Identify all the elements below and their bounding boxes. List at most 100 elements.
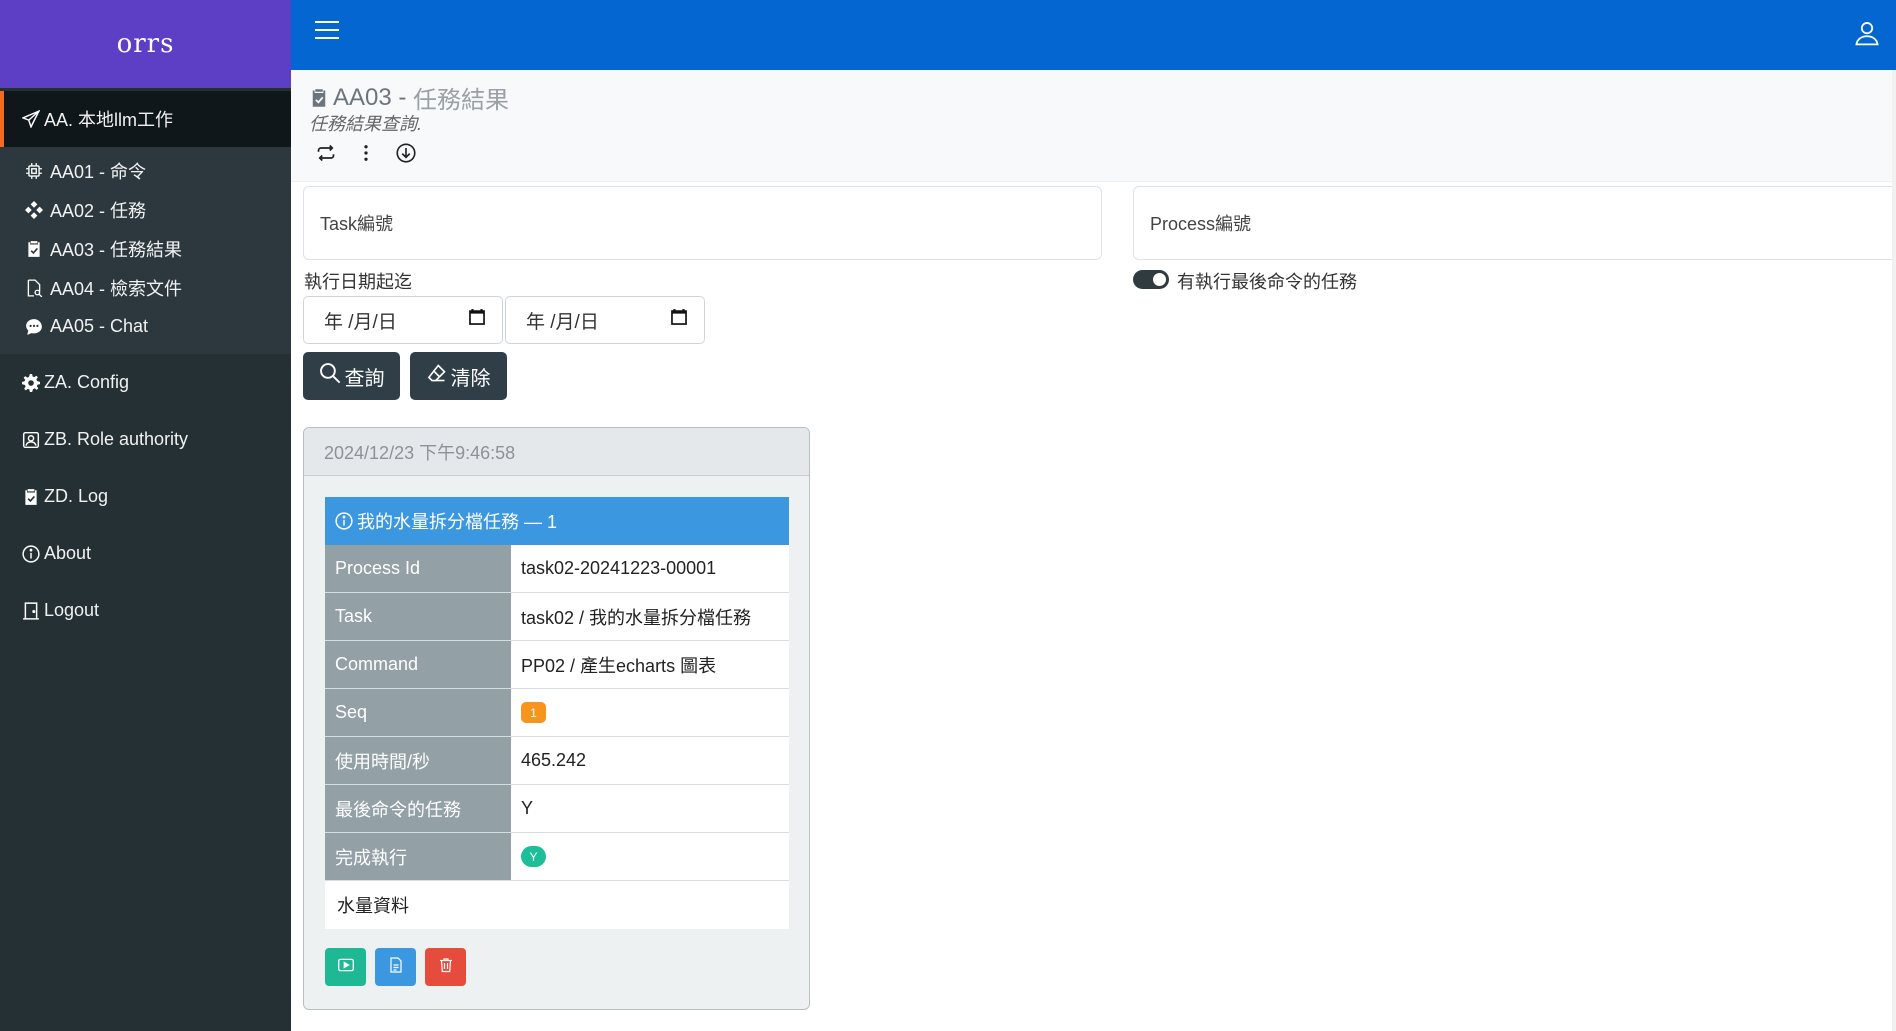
row-key: Command [325,641,511,688]
sidebar-item-aa03[interactable]: AA03 - 任務結果 [0,229,291,268]
row-key: Seq [325,689,511,736]
clipboard-check-icon [24,239,44,259]
info-circle-icon [335,512,353,530]
table-row: 完成執行 Y [325,833,789,881]
row-key: 完成執行 [325,833,511,880]
calendar-icon[interactable] [670,308,688,332]
process-id-input[interactable]: Process編號 [1133,186,1896,260]
brand-logo[interactable]: orrs [0,0,291,88]
user-icon[interactable] [1854,20,1882,48]
paper-plane-icon [22,110,40,128]
row-key: Task [325,593,511,640]
sidebar: orrs AA. 本地llm工作 AA01 - 命令 AA02 - 任務 AA0… [0,0,291,1031]
row-value: Y [511,785,789,832]
sidebar-item-aa02[interactable]: AA02 - 任務 [0,190,291,229]
sidebar-item-label: AA02 - 任務 [50,200,147,221]
view-document-button[interactable] [375,948,416,986]
cpu-icon [24,161,44,181]
sidebar-group-zd[interactable]: ZD. Log [0,468,291,525]
sidebar-item-label: AA05 - Chat [50,316,149,336]
sidebar-group-label: About [44,543,92,563]
trash-icon [438,956,454,979]
topbar [291,0,1896,70]
result-title: 我的水量拆分檔任務 — 1 [357,512,558,532]
row-value: 1 [511,689,789,736]
date-to-value: 年 /月/日 [526,311,599,333]
file-search-icon [24,278,44,298]
clear-button[interactable]: 清除 [410,352,507,400]
table-row: 使用時間/秒 465.242 [325,737,789,785]
sidebar-item-aa04[interactable]: AA04 - 檢索文件 [0,268,291,307]
download-circle-icon[interactable] [395,142,417,164]
scrollbar[interactable] [1892,70,1896,1031]
clipboard-icon [22,488,40,506]
more-vertical-icon[interactable] [355,142,377,164]
row-key: 使用時間/秒 [325,737,511,784]
door-icon [22,601,40,620]
sidebar-group-label: ZD. Log [44,486,109,506]
clipboard-check-icon [309,87,329,109]
sidebar-group-label: Logout [44,600,100,620]
result-card: 2024/12/23 下午9:46:58 我的水量拆分檔任務 — 1 Proce… [303,427,810,1010]
row-key: Process Id [325,545,511,592]
sidebar-item-aa01[interactable]: AA01 - 命令 [0,151,291,190]
clear-button-label: 清除 [450,367,491,390]
gear-icon [22,373,40,392]
document-icon [388,956,404,979]
sidebar-group-logout[interactable]: Logout [0,582,291,639]
sidebar-item-label: AA01 - 命令 [50,161,147,182]
search-button-label: 查詢 [344,367,385,390]
sidebar-group-about[interactable]: About [0,525,291,582]
date-to-input[interactable]: 年 /月/日 [505,296,705,344]
sidebar-group-za[interactable]: ZA. Config [0,354,291,411]
calendar-icon[interactable] [468,308,486,332]
sidebar-item-label: AA03 - 任務結果 [50,239,183,260]
row-value: PP02 / 產生echarts 圖表 [511,641,789,688]
search-button[interactable]: 查詢 [303,352,400,400]
page-name: 任務結果 [413,87,510,114]
sidebar-group-label: AA. 本地llm工作 [44,110,174,130]
table-row: Command PP02 / 產生echarts 圖表 [325,641,789,689]
row-value: Y [511,833,789,880]
last-command-toggle[interactable] [1133,270,1169,289]
delete-button[interactable] [425,948,466,986]
page-header: AA03 - 任務結果 任務結果查詢. [291,70,1896,182]
sidebar-group-aa[interactable]: AA. 本地llm工作 [0,91,291,147]
date-from-input[interactable]: 年 /月/日 [303,296,503,344]
last-command-toggle-label: 有執行最後命令的任務 [1177,272,1357,292]
table-row: 最後命令的任務 Y [325,785,789,833]
diamond-cluster-icon [24,200,44,220]
result-detail-header: 我的水量拆分檔任務 — 1 [325,497,789,545]
play-icon [337,956,355,979]
table-row: Process Id task02-20241223-00001 [325,545,789,593]
sidebar-group-zb[interactable]: ZB. Role authority [0,411,291,468]
eraser-icon [427,363,447,389]
sidebar-submenu: AA01 - 命令 AA02 - 任務 AA03 - 任務結果 AA04 - 檢… [0,147,291,354]
result-actions [325,948,466,986]
result-note: 水量資料 [325,881,789,929]
task-id-input[interactable]: Task編號 [303,186,1102,260]
page-subtitle: 任務結果查詢. [309,114,423,134]
sidebar-group-label: ZB. Role authority [44,429,189,449]
table-row: Task task02 / 我的水量拆分檔任務 [325,593,789,641]
sidebar-item-aa05[interactable]: AA05 - Chat [0,307,291,346]
search-icon [319,362,341,390]
row-value: task02-20241223-00001 [511,545,789,592]
person-badge-icon [22,431,40,449]
page-code: AA03 [333,83,392,111]
row-value: 465.242 [511,737,789,784]
page-toolbar [315,142,417,164]
table-row: Seq 1 [325,689,789,737]
repeat-icon[interactable] [315,142,337,164]
sidebar-group-label: ZA. Config [44,372,130,392]
page-title-separator: - [391,83,414,111]
row-value: task02 / 我的水量拆分檔任務 [511,593,789,640]
menu-toggle-icon[interactable] [315,21,339,41]
play-button[interactable] [325,948,366,986]
row-key: 最後命令的任務 [325,785,511,832]
date-from-value: 年 /月/日 [324,311,397,333]
date-range-label: 執行日期起迄 [304,272,412,292]
sidebar-nav: AA. 本地llm工作 AA01 - 命令 AA02 - 任務 AA03 - 任… [0,88,291,639]
result-detail-table: 我的水量拆分檔任務 — 1 Process Id task02-20241223… [325,497,789,929]
result-timestamp: 2024/12/23 下午9:46:58 [304,428,809,476]
